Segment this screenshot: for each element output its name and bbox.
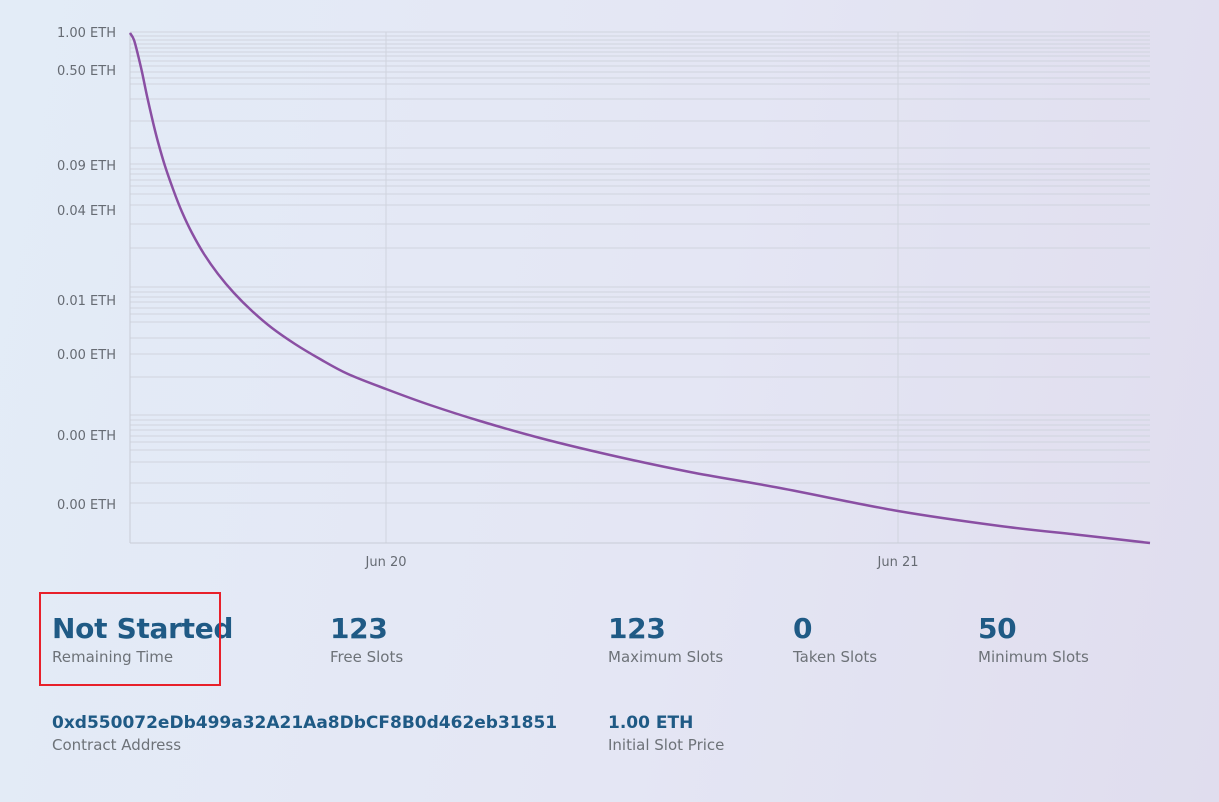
highlight-box bbox=[39, 592, 221, 686]
y-tick-label: 0.04 ETH bbox=[57, 204, 116, 219]
minimum-slots-label: Minimum Slots bbox=[978, 648, 1089, 666]
y-tick-label: 0.50 ETH bbox=[57, 64, 116, 79]
x-tick-label: Jun 20 bbox=[365, 555, 407, 570]
initial-slot-price-value: 1.00 ETH bbox=[608, 713, 694, 733]
contract-address-value[interactable]: 0xd550072eDb499a32A21Aa8DbCF8B0d462eb318… bbox=[52, 712, 557, 734]
maximum-slots-value: 123 bbox=[608, 612, 666, 645]
free-slots-label: Free Slots bbox=[330, 648, 404, 666]
free-slots-value: 123 bbox=[330, 612, 388, 645]
price-curve-line bbox=[128, 32, 1151, 545]
taken-slots-stat: 0 Taken Slots bbox=[793, 612, 877, 666]
x-tick-label: Jun 21 bbox=[877, 555, 919, 570]
y-tick-label: 1.00 ETH bbox=[57, 26, 116, 41]
taken-slots-value: 0 bbox=[793, 612, 813, 645]
maximum-slots-stat: 123 Maximum Slots bbox=[608, 612, 723, 666]
contract-address-label: Contract Address bbox=[52, 736, 182, 754]
y-tick-label: 0.00 ETH bbox=[57, 429, 116, 444]
taken-slots-label: Taken Slots bbox=[793, 648, 878, 666]
y-tick-label: 0.00 ETH bbox=[57, 498, 116, 513]
contract-address-stat: 0xd550072eDb499a32A21Aa8DbCF8B0d462eb318… bbox=[52, 712, 557, 754]
price-chart: 1.00 ETH 0.50 ETH 0.09 ETH 0.04 ETH 0.01 ETH… bbox=[57, 26, 1151, 570]
initial-slot-price-label: Initial Slot Price bbox=[608, 736, 725, 754]
y-tick-label: 0.00 ETH bbox=[57, 348, 116, 363]
y-tick-label: 0.09 ETH bbox=[57, 159, 116, 174]
y-axis-ticks: 1.00 ETH 0.50 ETH 0.09 ETH 0.04 ETH 0.01 ETH… bbox=[57, 26, 116, 513]
minimum-slots-stat: 50 Minimum Slots bbox=[978, 612, 1089, 666]
free-slots-stat: 123 Free Slots bbox=[330, 612, 403, 666]
maximum-slots-label: Maximum Slots bbox=[608, 648, 724, 666]
x-axis-ticks: Jun 20 Jun 21 bbox=[365, 555, 919, 570]
initial-slot-price-stat: 1.00 ETH Initial Slot Price bbox=[608, 712, 724, 754]
y-tick-label: 0.01 ETH bbox=[57, 294, 116, 309]
chart-grid bbox=[130, 31, 1150, 543]
minimum-slots-value: 50 bbox=[978, 612, 1017, 645]
